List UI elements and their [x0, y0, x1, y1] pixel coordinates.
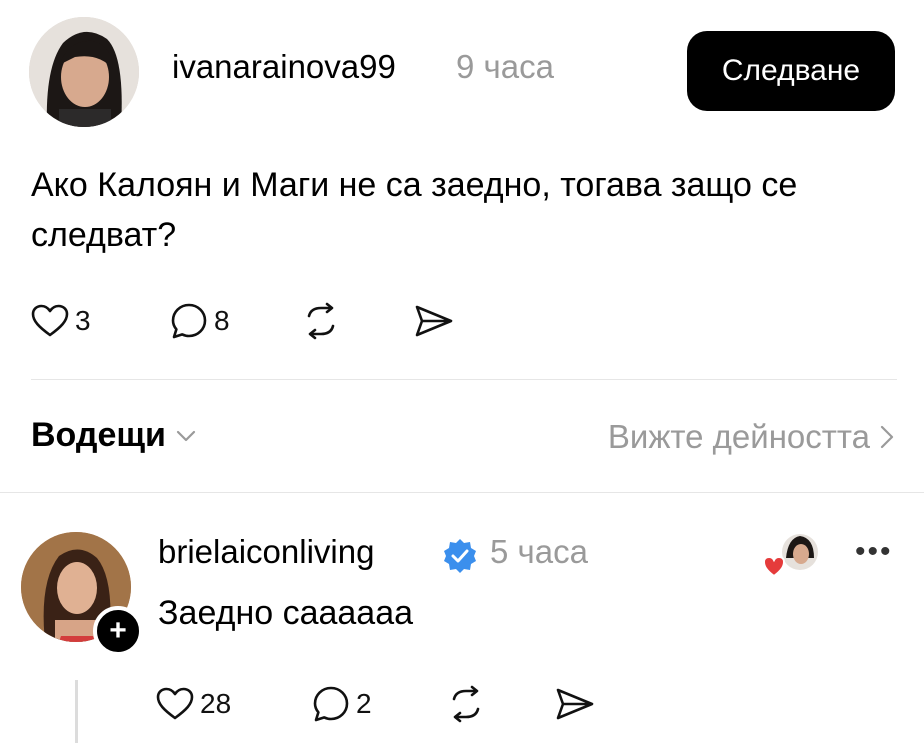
reply-comment-button[interactable]: 2: [312, 680, 372, 728]
comment-count: 8: [214, 305, 230, 336]
verified-badge-icon: [444, 539, 476, 573]
share-button[interactable]: [413, 297, 455, 345]
send-icon: [415, 305, 453, 337]
author-avatar[interactable]: [29, 17, 139, 127]
reply-username[interactable]: brielaiconliving: [158, 533, 374, 571]
view-activity-link[interactable]: Вижте дейността: [608, 418, 894, 456]
replies-sort-label: Водещи: [31, 416, 166, 454]
reply-like-count: 28: [200, 688, 232, 719]
chevron-down-icon: [176, 430, 196, 441]
reply-like-button[interactable]: 28: [156, 680, 231, 728]
thread-line: [75, 680, 78, 743]
reply-timestamp: 5 часа: [490, 533, 588, 570]
chevron-right-icon: [880, 425, 894, 449]
follow-button[interactable]: Следване: [687, 31, 895, 111]
heart-icon: [156, 687, 194, 720]
speech-bubble-icon: [313, 686, 349, 722]
post-text: Ако Калоян и Маги не са заедно, тогава з…: [31, 166, 798, 254]
reply-repost-button[interactable]: [446, 680, 486, 728]
post-timestamp: 9 часа: [456, 48, 554, 85]
reply-comment-count: 2: [356, 688, 372, 719]
like-button[interactable]: 3: [31, 297, 91, 345]
view-activity-label: Вижте дейността: [607, 418, 870, 455]
send-icon: [556, 688, 594, 720]
repost-icon: [307, 302, 335, 340]
repost-button[interactable]: [301, 297, 341, 345]
comment-button[interactable]: 8: [170, 297, 230, 345]
heart-icon: [31, 304, 69, 337]
author-username[interactable]: ivanarainova99: [172, 48, 396, 86]
divider: [0, 492, 924, 493]
speech-bubble-icon: [171, 303, 207, 339]
divider: [31, 379, 897, 380]
like-count: 3: [75, 305, 91, 336]
liked-by-author-icon: [762, 534, 818, 578]
author-avatar-image: [29, 17, 139, 127]
repost-icon: [452, 685, 480, 723]
author-liked-indicator[interactable]: [762, 532, 822, 582]
reply-share-button[interactable]: [554, 680, 596, 728]
reply-text: Заедно саааааа: [158, 594, 414, 632]
replies-sort-dropdown[interactable]: Водещи: [31, 416, 196, 455]
follow-plus-button[interactable]: +: [93, 606, 143, 656]
more-options-button[interactable]: •••: [855, 535, 893, 569]
